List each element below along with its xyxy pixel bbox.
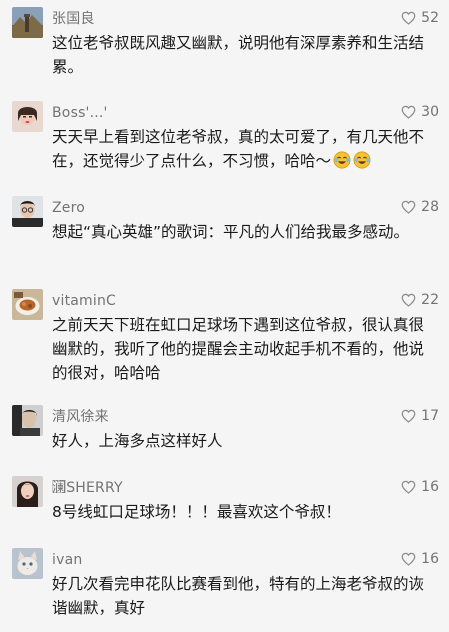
comment-item: 张国良 52 这位老爷叔既风趣又幽默，说明他有深厚素养和生活结累。	[0, 7, 449, 79]
comment-author[interactable]: Boss'...'	[52, 105, 108, 121]
like-button[interactable]: 22	[401, 289, 439, 311]
avatar-portrait-man-dark	[12, 405, 43, 436]
comment-header: Boss'...' 30	[52, 101, 439, 123]
comment-text: 好人，上海多点这样好人	[52, 432, 223, 450]
avatar-mountain-landscape	[12, 7, 43, 38]
avatar[interactable]	[12, 476, 43, 507]
heart-outline-icon	[401, 11, 416, 25]
like-button[interactable]: 52	[401, 7, 439, 29]
comment-header: 清风徐来 17	[52, 405, 439, 427]
like-button[interactable]: 17	[401, 405, 439, 427]
avatar-food-photo	[12, 289, 43, 320]
avatar-portrait-man-glasses	[12, 196, 43, 227]
comment-item: 澜⃞SHERRY 16 8号线虹口足球场！！！最喜欢这个爷叔！	[0, 476, 449, 524]
comment-author[interactable]: ivan	[52, 552, 82, 568]
avatar-portrait-girl-dark	[12, 476, 43, 507]
comment-header: ivan 16	[52, 548, 439, 570]
comment-item: Boss'...' 30 天天早上看到这位老爷叔，真的太可爱了，有几天他不在，还…	[0, 101, 449, 173]
avatar[interactable]	[12, 405, 43, 436]
comment-author[interactable]: Zero	[52, 200, 85, 216]
comment-header: 澜⃞SHERRY 16	[52, 476, 439, 498]
like-button[interactable]: 16	[401, 548, 439, 570]
avatar[interactable]	[12, 101, 43, 132]
comment-author[interactable]: 澜⃞SHERRY	[52, 480, 123, 496]
comment-item: Zero 28 想起“真心英雄”的歌词：平凡的人们给我最多感动。	[0, 196, 449, 244]
heart-outline-icon	[401, 293, 416, 307]
comment-text: 想起“真心英雄”的歌词：平凡的人们给我最多感动。	[52, 223, 410, 241]
laugh-cry-emoji-icon	[353, 151, 371, 169]
heart-outline-icon	[401, 409, 416, 423]
like-count: 52	[421, 10, 439, 26]
comment-item: ivan 16 好几次看完申花队比赛看到他，特有的上海老爷叔的诙谐幽默，真好	[0, 548, 449, 620]
avatar[interactable]	[12, 548, 43, 579]
comment-author[interactable]: 张国良	[52, 11, 95, 27]
comment-header: 张国良 52	[52, 7, 439, 29]
like-count: 30	[421, 104, 439, 120]
avatar-portrait-girl	[12, 101, 43, 132]
avatar-cat-photo	[12, 548, 43, 579]
heart-outline-icon	[401, 552, 416, 566]
like-button[interactable]: 28	[401, 196, 439, 218]
like-button[interactable]: 30	[401, 101, 439, 123]
comment-text: 8号线虹口足球场！！！最喜欢这个爷叔！	[52, 503, 341, 521]
comment-list: 张国良 52 这位老爷叔既风趣又幽默，说明他有深厚素养和生活结累。 Boss'.…	[0, 0, 449, 632]
comment-item: 清风徐来 17 好人，上海多点这样好人	[0, 405, 449, 453]
comment-header: vitaminC 22	[52, 289, 439, 311]
like-count: 22	[421, 292, 439, 308]
heart-outline-icon	[401, 480, 416, 494]
comment-text: 好几次看完申花队比赛看到他，特有的上海老爷叔的诙谐幽默，真好	[52, 575, 425, 617]
comment-item: vitaminC 22 之前天天下班在虹口足球场下遇到这位爷叔，很认真很幽默的，…	[0, 289, 449, 385]
comment-text: 这位老爷叔既风趣又幽默，说明他有深厚素养和生活结累。	[52, 34, 425, 76]
comment-text: 之前天天下班在虹口足球场下遇到这位爷叔，很认真很幽默的，我听了他的提醒会主动收起…	[52, 316, 425, 382]
comment-text: 天天早上看到这位老爷叔，真的太可爱了，有几天他不在，还觉得少了点什么，不习惯，哈…	[52, 125, 439, 173]
avatar[interactable]	[12, 196, 43, 227]
comment-author[interactable]: vitaminC	[52, 293, 116, 309]
comment-author[interactable]: 清风徐来	[52, 409, 109, 425]
like-count: 28	[421, 199, 439, 215]
heart-outline-icon	[401, 105, 416, 119]
avatar[interactable]	[12, 289, 43, 320]
like-count: 16	[421, 479, 439, 495]
comment-header: Zero 28	[52, 196, 439, 218]
like-count: 16	[421, 551, 439, 567]
avatar[interactable]	[12, 7, 43, 38]
like-count: 17	[421, 408, 439, 424]
heart-outline-icon	[401, 200, 416, 214]
laugh-cry-emoji-icon	[333, 151, 351, 169]
like-button[interactable]: 16	[401, 476, 439, 498]
